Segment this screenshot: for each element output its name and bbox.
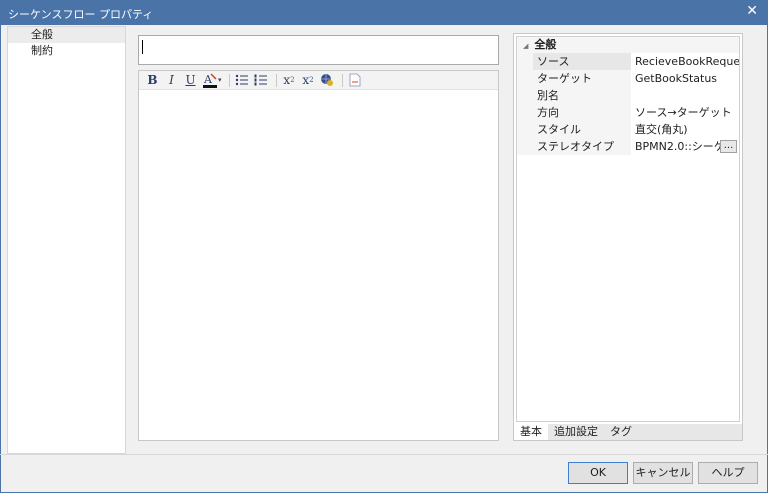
row-gutter [517,121,533,138]
property-key: ターゲット [533,70,631,87]
ok-button[interactable]: OK [568,462,628,484]
property-row-alias[interactable]: 別名 [517,87,739,104]
nav-item-general[interactable]: 全般 [8,27,125,43]
toolbar-divider [275,73,277,87]
property-key: ステレオタイプ [533,138,631,155]
text-caret [142,40,143,54]
help-button[interactable]: ヘルプ [698,462,758,484]
hyperlink-button[interactable] [319,72,336,89]
property-value[interactable]: GetBookStatus [631,70,739,87]
property-panel: ◢ 全般 ソース RecieveBookRequest ターゲット GetBook… [513,33,743,441]
property-value[interactable]: ソース→ターゲット [631,104,739,121]
row-gutter [517,87,533,104]
bullet-list-button[interactable] [234,72,251,89]
notes-editor: B I U A ▾ x2 x 2 [138,70,499,441]
page-button[interactable] [347,72,364,89]
close-icon[interactable]: ✕ [746,3,758,19]
property-value[interactable]: BPMN2.0::シーケ... ... [631,138,739,155]
property-row-style[interactable]: スタイル 直交(角丸) [517,121,739,138]
notes-textarea[interactable] [139,91,498,440]
numbered-list-icon [254,74,268,86]
category-nav: 全般 制約 [7,26,126,454]
property-tabs: 基本 追加設定 タグ [514,424,742,440]
superscript-mark: 2 [290,76,295,84]
subscript-button[interactable]: x2 [300,72,317,89]
numbered-list-button[interactable] [253,72,270,89]
footer-divider [0,454,768,455]
nav-item-label: 全般 [31,28,53,41]
property-value[interactable]: 直交(角丸) [631,121,739,138]
row-gutter [517,53,533,70]
property-key: ソース [533,53,631,70]
property-key: 別名 [533,87,631,104]
property-key: スタイル [533,121,631,138]
window-title: シーケンスフロー プロパティ [8,8,154,21]
subscript-mark: 2 [309,76,314,84]
tab-basic[interactable]: 基本 [514,424,548,440]
tab-advanced[interactable]: 追加設定 [548,424,604,440]
tab-tags[interactable]: タグ [604,424,638,440]
property-group-header[interactable]: ◢ 全般 [517,37,739,53]
bullet-list-icon [235,74,249,86]
cancel-button[interactable]: キャンセル [633,462,693,484]
property-value[interactable]: RecieveBookRequest [631,53,739,70]
document-icon [349,73,361,87]
font-color-button[interactable]: A [201,72,218,89]
toolbar-divider [228,73,230,87]
property-row-stereotype[interactable]: ステレオタイプ BPMN2.0::シーケ... ... [517,138,739,155]
property-row-source[interactable]: ソース RecieveBookRequest [517,53,739,70]
name-input[interactable] [138,35,499,65]
underline-button[interactable]: U [182,72,199,89]
title-bar: シーケンスフロー プロパティ ✕ [0,0,768,25]
row-gutter [517,138,533,155]
bold-button[interactable]: B [144,72,161,89]
superscript-button[interactable]: x2 [281,72,298,89]
row-gutter [517,70,533,87]
format-toolbar: B I U A ▾ x2 x 2 [139,71,498,90]
chevron-down-icon[interactable]: ▾ [218,76,222,84]
collapse-triangle-icon[interactable]: ◢ [523,42,528,50]
property-key: 方向 [533,104,631,121]
row-gutter [517,104,533,121]
font-color-icon: A [202,73,217,88]
toolbar-divider [341,73,343,87]
ellipsis-button[interactable]: ... [720,140,737,153]
italic-button[interactable]: I [163,72,180,89]
property-value[interactable] [631,87,739,104]
nav-item-label: 制約 [31,44,53,57]
nav-item-constraints[interactable]: 制約 [8,43,125,59]
property-group-label: 全般 [534,38,557,51]
property-row-direction[interactable]: 方向 ソース→ターゲット [517,104,739,121]
subscript-base: x [302,73,310,87]
property-grid: ◢ 全般 ソース RecieveBookRequest ターゲット GetBook… [516,36,740,422]
property-row-target[interactable]: ターゲット GetBookStatus [517,70,739,87]
globe-link-icon [321,74,334,86]
superscript-base: x [283,73,291,87]
